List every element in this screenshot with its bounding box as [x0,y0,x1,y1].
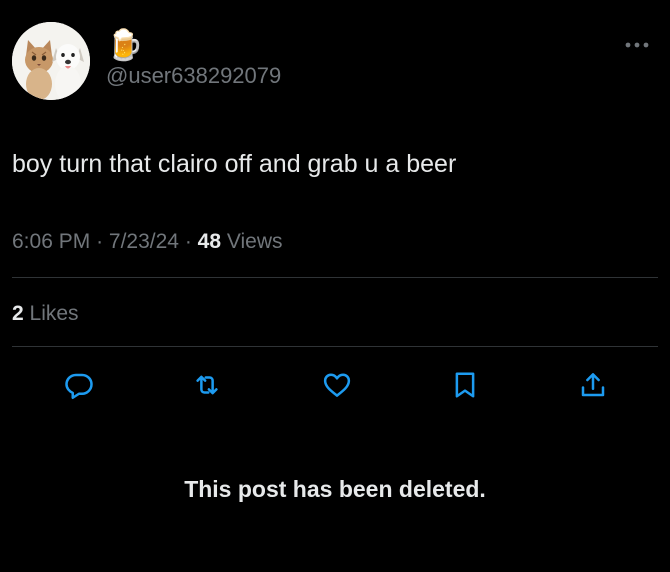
likes-link[interactable]: 2 Likes [12,300,79,328]
meta-separator: · [96,230,104,253]
post-date[interactable]: 7/23/24 [109,230,179,253]
tweet-text: boy turn that clairo off and grab u a be… [12,150,457,178]
deleted-notice: This post has been deleted. [184,476,486,502]
display-name[interactable]: 🍺 [106,28,143,64]
likes-label: Likes [29,302,79,325]
repost-button[interactable] [190,368,224,402]
ellipsis-icon[interactable] [624,36,650,48]
likes-count: 2 [12,302,24,325]
bookmark-button[interactable] [448,368,482,402]
reply-button[interactable] [62,368,96,402]
share-button[interactable] [576,368,610,402]
user-handle[interactable]: @user638292079 [106,62,281,90]
avatar-image [12,22,90,100]
speech-bubble-icon [65,373,93,399]
meta-separator: · [184,230,192,253]
tweet-meta: 6:06 PM · 7/23/24 · 48 Views [12,228,283,256]
heart-icon [323,373,351,397]
retweet-icon [196,375,218,395]
views-label: Views [226,230,283,253]
bookmark-icon [455,372,475,398]
divider [12,277,658,278]
like-button[interactable] [320,368,354,402]
post-time[interactable]: 6:06 PM [12,230,90,253]
action-bar [0,368,670,402]
share-upload-icon [581,373,605,397]
divider [12,346,658,347]
views-count: 48 [197,230,222,253]
avatar[interactable] [12,22,90,100]
